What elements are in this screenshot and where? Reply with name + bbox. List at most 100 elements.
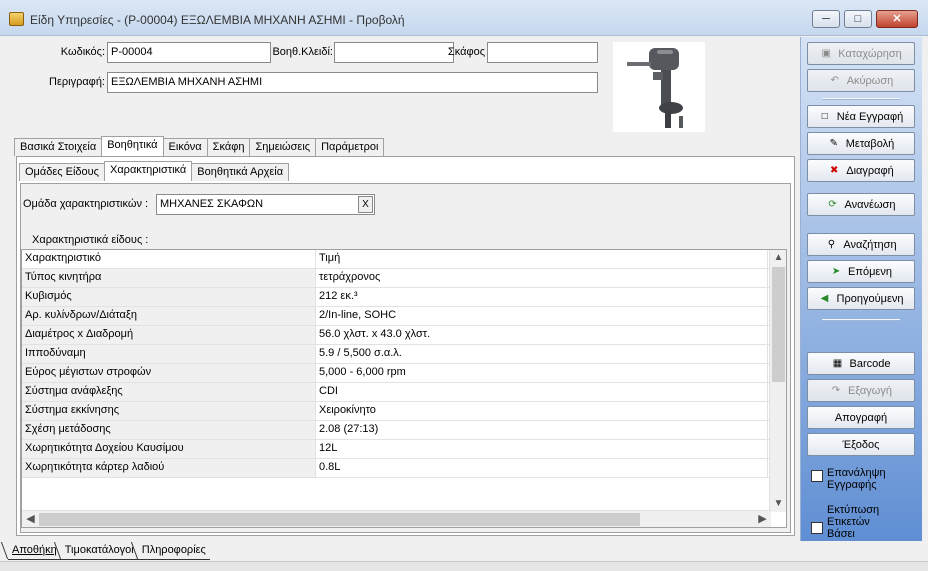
description-field[interactable]: ΕΞΩΛΕΜΒΙΑ ΜΗΧΑΝΗ ΑΣΗΜΙ [107, 72, 598, 93]
subtab-item-groups[interactable]: Ομάδες Είδους [19, 163, 105, 181]
barcode-button-label: Barcode [849, 357, 891, 370]
cell-value[interactable]: 5,000 - 6,000 rpm [316, 364, 768, 382]
edit-button[interactable]: ✎ Μεταβολή [807, 132, 915, 155]
vessel-label: Σκάφος [447, 46, 485, 58]
export-button[interactable]: ↷ Εξαγωγή [807, 379, 915, 402]
subtab-characteristics[interactable]: Χαρακτηριστικά [103, 161, 193, 181]
tab-basic-info[interactable]: Βασικά Στοιχεία [14, 138, 103, 156]
aux-key-field[interactable] [334, 42, 454, 63]
arrow-right-icon: ➤ [831, 265, 841, 277]
previous-button-label: Προηγούμενη [836, 292, 904, 305]
arrow-left-icon: ◀ [820, 292, 829, 304]
tab-notes[interactable]: Σημειώσεις [249, 138, 317, 156]
app-icon [9, 12, 24, 26]
cell-value[interactable]: 2/In-line, SOHC [316, 307, 768, 325]
maximize-icon[interactable]: □ [844, 10, 872, 28]
print-labels-checkbox[interactable]: Εκτύπωση Ετικετών Βάσει [811, 504, 887, 540]
next-button-label: Επόμενη [848, 265, 892, 278]
table-row[interactable]: Σύστημα εκκίνησης Χειροκίνητο [22, 402, 786, 421]
vertical-scrollbar[interactable]: ▲ ▼ [769, 250, 786, 512]
cell-value[interactable]: CDI [316, 383, 768, 401]
scroll-up-icon[interactable]: ▲ [770, 250, 786, 266]
characteristic-group-field[interactable]: ΜΗΧΑΝΕΣ ΣΚΑΦΩΝ [156, 194, 375, 215]
clear-group-button[interactable]: X [358, 196, 373, 213]
table-row[interactable]: Διαμέτρος x Διαδρομή 56.0 χλστ. x 43.0 χλ… [22, 326, 786, 345]
cell-characteristic: Διαμέτρος x Διαδρομή [22, 326, 316, 344]
vessel-field[interactable] [487, 42, 598, 63]
table-row[interactable]: Εύρος μέγιστων στροφών 5,000 - 6,000 rpm [22, 364, 786, 383]
search-button-label: Αναζήτηση [843, 238, 897, 251]
vertical-scroll-thumb[interactable] [772, 267, 785, 382]
subtab-aux-files[interactable]: Βοηθητικά Αρχεία [191, 163, 290, 181]
horizontal-scrollbar[interactable]: ◀ ▶ [22, 510, 771, 527]
inventory-button[interactable]: Απογραφή [807, 406, 915, 429]
divider [822, 98, 900, 100]
tab-price-lists[interactable]: Τιμοκατάλογοι [60, 542, 138, 560]
cell-value[interactable]: τετράχρονος [316, 269, 768, 287]
scroll-right-icon[interactable]: ▶ [754, 511, 771, 527]
product-image [613, 42, 705, 132]
table-row[interactable]: Τύπος κινητήρα τετράχρονος [22, 269, 786, 288]
tab-vessels[interactable]: Σκάφη [206, 138, 251, 156]
next-button[interactable]: ➤ Επόμενη [807, 260, 915, 283]
tab-image[interactable]: Εικόνα [162, 138, 208, 156]
cell-characteristic: Κυβισμός [22, 288, 316, 306]
cell-characteristic: Αρ. κυλίνδρων/Διάταξη [22, 307, 316, 325]
client-area: Κωδικός: Ρ-00004 Βοηθ.Κλειδί: Σκάφος Περ… [3, 37, 922, 541]
cell-value[interactable]: 12L [316, 440, 768, 458]
inventory-button-label: Απογραφή [834, 411, 888, 424]
checkbox-box[interactable] [811, 470, 823, 482]
search-icon: ⚲ [827, 238, 836, 250]
tab-info[interactable]: Πληροφορίες [137, 542, 210, 560]
cell-value[interactable]: 0.8L [316, 459, 768, 477]
code-field[interactable]: Ρ-00004 [107, 42, 271, 63]
refresh-button[interactable]: ⟳ Ανανέωση [807, 193, 915, 216]
bottom-tab-strip: Αποθήκη Τιμοκατάλογοι Πληροφορίες [8, 542, 210, 560]
tab-auxiliary[interactable]: Βοηθητικά [101, 136, 164, 156]
aux-key-label: Βοηθ.Κλειδί: [272, 46, 333, 58]
save-button[interactable]: ▣ Καταχώρηση [807, 42, 915, 65]
cell-value[interactable]: 56.0 χλστ. x 43.0 χλστ. [316, 326, 768, 344]
cancel-button[interactable]: ↶ Ακύρωση [807, 69, 915, 92]
table-row[interactable]: Σχέση μετάδοσης 2.08 (27:13) [22, 421, 786, 440]
table-row[interactable]: Χωρητικότητα κάρτερ λαδιού 0.8L [22, 459, 786, 478]
code-label: Κωδικός: [60, 46, 105, 58]
checkbox-box[interactable] [811, 522, 823, 534]
window-title: Είδη Υπηρεσίες - (Ρ-00004) ΕΞΩΛΕΜΒΙΑ ΜΗΧ… [30, 13, 405, 27]
scroll-left-icon[interactable]: ◀ [22, 511, 39, 527]
table-row[interactable]: Σύστημα ανάφλεξης CDI [22, 383, 786, 402]
cell-characteristic: Σχέση μετάδοσης [22, 421, 316, 439]
group-label: Ομάδα χαρακτηριστικών : [23, 198, 149, 210]
tab-parameters[interactable]: Παράμετροι [315, 138, 385, 156]
cell-value[interactable]: Χειροκίνητο [316, 402, 768, 420]
previous-button[interactable]: ◀ Προηγούμενη [807, 287, 915, 310]
search-button[interactable]: ⚲ Αναζήτηση [807, 233, 915, 256]
new-document-icon: □ [821, 110, 828, 122]
characteristic-group-value: ΜΗΧΑΝΕΣ ΣΚΑΦΩΝ [160, 198, 264, 210]
grid-header: Χαρακτηριστικό Τιμή [22, 250, 786, 269]
undo-icon: ↶ [830, 74, 839, 86]
close-icon[interactable]: ✕ [876, 10, 918, 28]
exit-button-label: Έξοδος [842, 438, 880, 451]
table-row[interactable]: Ιπποδύναμη 5.9 / 5,500 σ.α.λ. [22, 345, 786, 364]
repeat-record-checkbox[interactable]: Επανάληψη Εγγραφής [811, 467, 897, 491]
tab-warehouse[interactable]: Αποθήκη [8, 542, 61, 560]
minimize-icon[interactable]: ─ [812, 10, 840, 28]
scroll-down-icon[interactable]: ▼ [770, 496, 786, 512]
table-row[interactable]: Χωρητικότητα Δοχείου Καυσίμου 12L [22, 440, 786, 459]
export-icon: ↷ [831, 384, 841, 396]
horizontal-scroll-thumb[interactable] [39, 513, 640, 526]
cell-value[interactable]: 5.9 / 5,500 σ.α.λ. [316, 345, 768, 363]
column-header-characteristic[interactable]: Χαρακτηριστικό [22, 250, 316, 268]
cell-characteristic: Εύρος μέγιστων στροφών [22, 364, 316, 382]
characteristics-grid[interactable]: Χαρακτηριστικό Τιμή Τύπος κινητήρα τετράχ… [21, 249, 787, 528]
cell-value[interactable]: 212 εκ.³ [316, 288, 768, 306]
table-row[interactable]: Κυβισμός 212 εκ.³ [22, 288, 786, 307]
cell-value[interactable]: 2.08 (27:13) [316, 421, 768, 439]
barcode-button[interactable]: ▦ Barcode [807, 352, 915, 375]
table-row[interactable]: Αρ. κυλίνδρων/Διάταξη 2/In-line, SOHC [22, 307, 786, 326]
delete-button[interactable]: ✖ Διαγραφή [807, 159, 915, 182]
exit-button[interactable]: Έξοδος [807, 433, 915, 456]
column-header-value[interactable]: Τιμή [316, 250, 768, 268]
new-record-button[interactable]: □ Νέα Εγγραφή [807, 105, 915, 128]
